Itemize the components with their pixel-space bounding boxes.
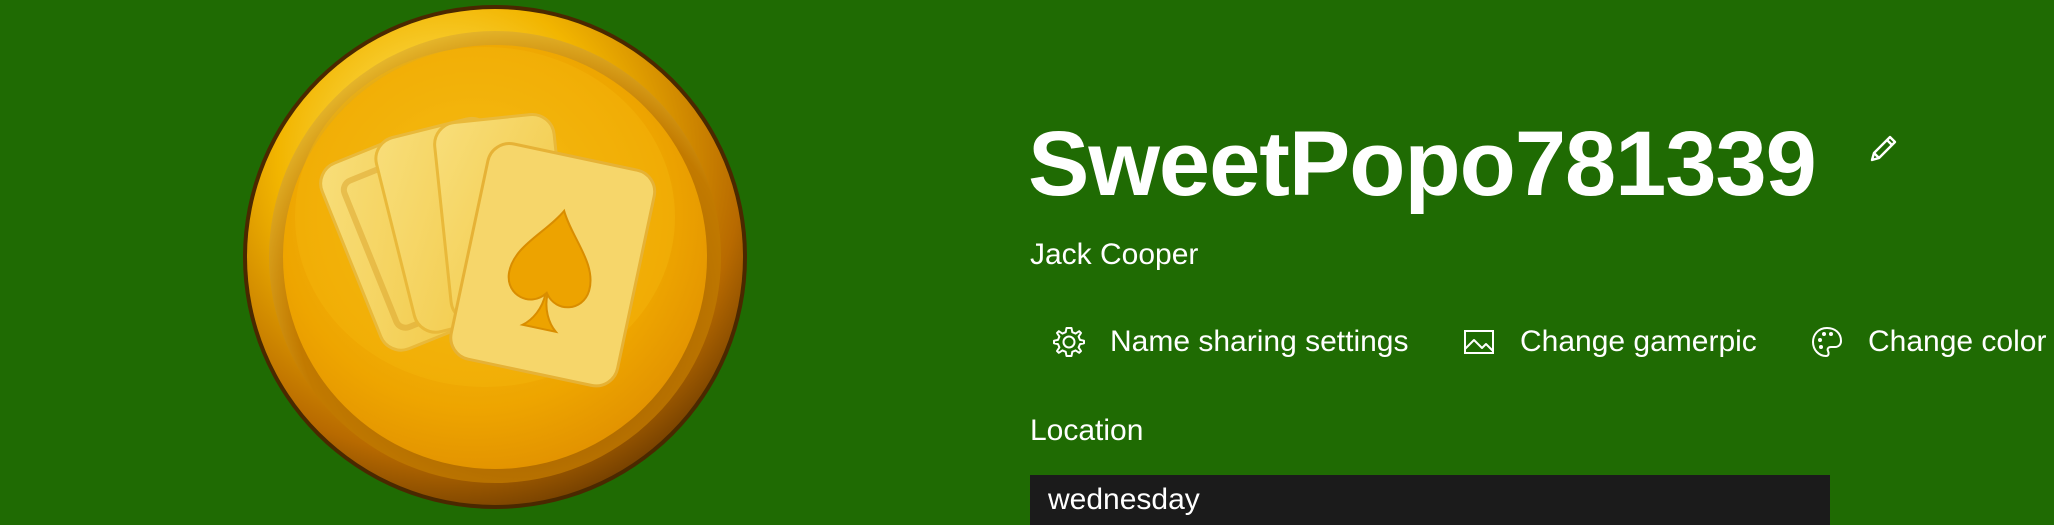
gear-icon <box>1052 325 1086 359</box>
playing-cards-spade-coin-icon <box>243 5 747 509</box>
palette-icon <box>1810 325 1844 359</box>
edit-gamertag-button[interactable] <box>1866 132 1900 166</box>
change-gamerpic-label: Change gamerpic <box>1520 325 1757 358</box>
location-label: Location <box>1030 414 1144 447</box>
pencil-icon <box>1870 135 1897 162</box>
change-gamerpic-button[interactable]: Change gamerpic <box>1462 318 1757 366</box>
image-icon <box>1462 325 1496 359</box>
name-sharing-settings-button[interactable]: Name sharing settings <box>1052 318 1408 366</box>
real-name: Jack Cooper <box>1030 238 1199 271</box>
gamertag: SweetPopo781339 <box>1028 113 1817 215</box>
change-color-label: Change color <box>1868 325 2047 358</box>
name-sharing-settings-label: Name sharing settings <box>1110 325 1409 358</box>
gamerpic <box>240 2 750 512</box>
change-color-button[interactable]: Change color <box>1810 318 2046 366</box>
location-input[interactable] <box>1030 475 1830 525</box>
